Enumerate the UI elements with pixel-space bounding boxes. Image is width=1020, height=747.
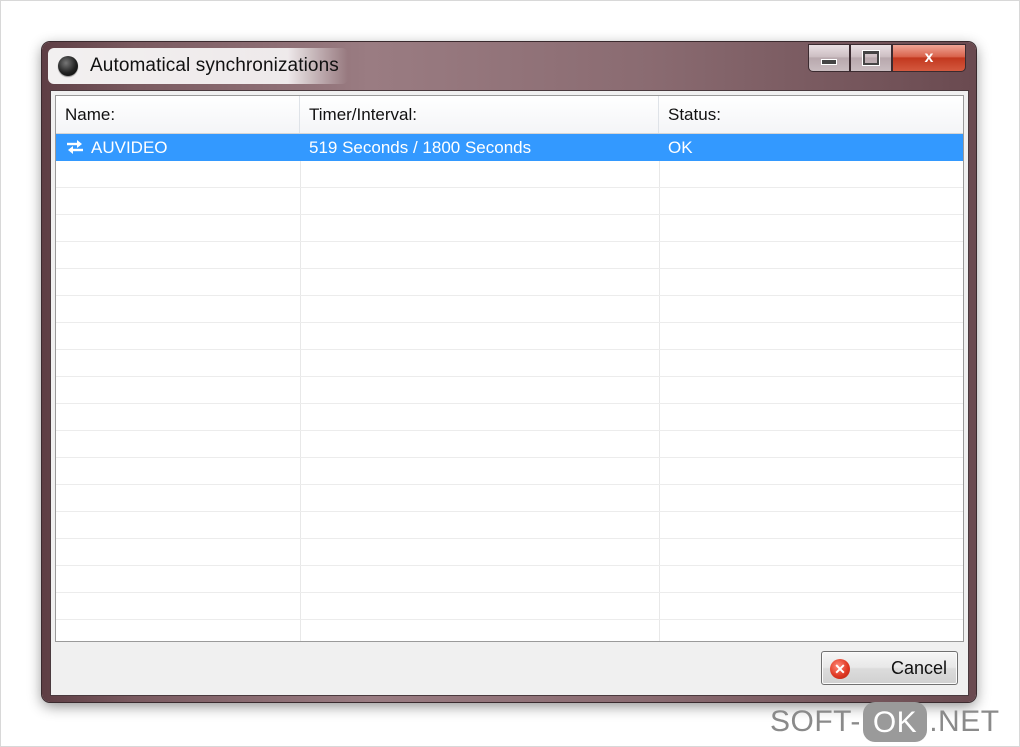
dialog-window: Automatical synchronizations x Name: Tim… — [42, 42, 976, 702]
empty-row — [56, 323, 963, 350]
watermark-ok: OK — [862, 702, 928, 742]
empty-row — [56, 539, 963, 566]
empty-row — [56, 188, 963, 215]
close-button[interactable]: x — [892, 44, 966, 72]
empty-row — [56, 242, 963, 269]
empty-row — [56, 431, 963, 458]
close-icon: x — [924, 49, 934, 66]
maximize-button[interactable] — [850, 44, 892, 72]
column-header-name[interactable]: Name: — [56, 96, 300, 133]
sync-arrows-icon — [67, 140, 83, 155]
caption-buttons: x — [808, 44, 966, 74]
empty-row — [56, 161, 963, 188]
maximize-icon — [863, 51, 879, 65]
cancel-button-label: Cancel — [890, 658, 947, 678]
empty-row — [56, 377, 963, 404]
row-timer: 519 Seconds / 1800 Seconds — [309, 138, 532, 157]
empty-row — [56, 620, 963, 641]
column-header-timer[interactable]: Timer/Interval: — [300, 96, 659, 133]
empty-row — [56, 350, 963, 377]
empty-row — [56, 566, 963, 593]
empty-row — [56, 458, 963, 485]
watermark-right: .NET — [929, 705, 1000, 738]
cancel-button[interactable]: ✕ Cancel — [821, 651, 958, 685]
cancel-icon: ✕ — [830, 659, 850, 679]
list-header: Name: Timer/Interval: Status: — [56, 96, 963, 134]
dialog-client-area: Name: Timer/Interval: Status: AUVIDEO 51… — [50, 90, 969, 696]
minimize-icon — [821, 59, 837, 65]
row-name: AUVIDEO — [91, 138, 168, 157]
empty-row — [56, 215, 963, 242]
empty-row — [56, 485, 963, 512]
title-bar[interactable]: Automatical synchronizations x — [42, 42, 976, 90]
empty-row — [56, 593, 963, 620]
empty-row — [56, 296, 963, 323]
row-status: OK — [668, 138, 693, 157]
minimize-button[interactable] — [808, 44, 850, 72]
empty-row — [56, 404, 963, 431]
watermark: SOFT- OK .NET — [770, 700, 1000, 744]
watermark-left: SOFT- — [770, 705, 861, 738]
sync-list[interactable]: Name: Timer/Interval: Status: AUVIDEO 51… — [55, 95, 964, 642]
app-icon — [58, 56, 78, 76]
empty-row — [56, 269, 963, 296]
column-header-status[interactable]: Status: — [659, 96, 963, 133]
empty-row — [56, 512, 963, 539]
window-title: Automatical synchronizations — [90, 55, 339, 76]
table-row[interactable]: AUVIDEO 519 Seconds / 1800 Seconds OK — [56, 134, 963, 161]
row-name-cell: AUVIDEO — [56, 134, 300, 161]
